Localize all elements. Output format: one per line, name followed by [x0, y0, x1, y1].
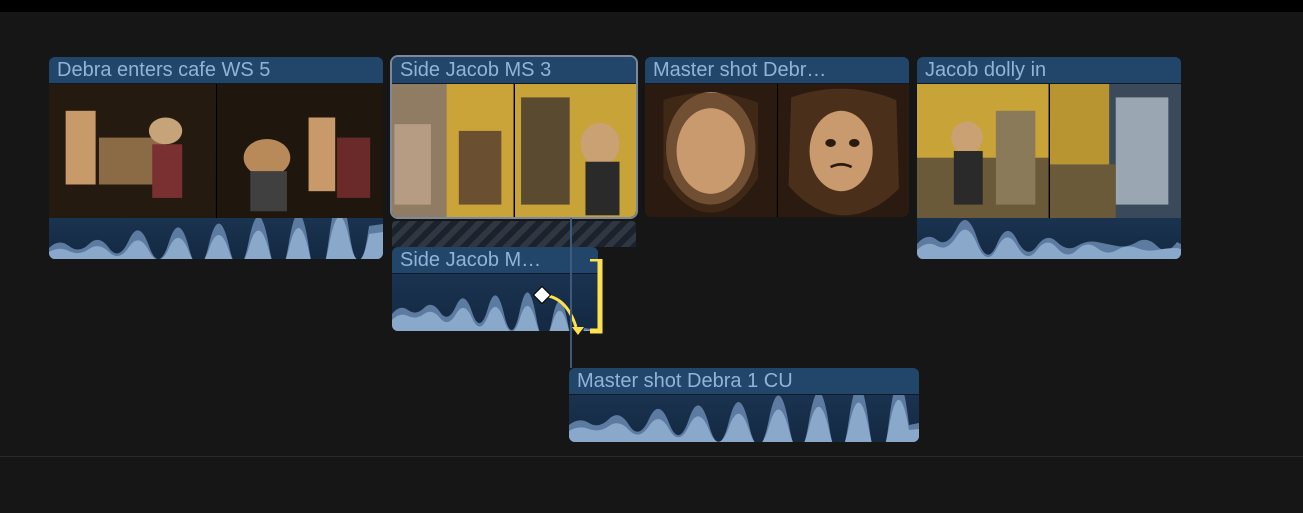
- clip-title: Jacob dolly in: [917, 57, 1181, 84]
- connected-clip-line: [570, 218, 572, 368]
- clip-thumbnail: [917, 84, 1049, 218]
- timeline-clip[interactable]: Master shot Debr…: [645, 57, 909, 217]
- clip-audio-waveform: [49, 218, 383, 259]
- clip-thumbnail: [49, 84, 216, 218]
- clip-audio-waveform: [917, 218, 1181, 259]
- timeline-clip[interactable]: Jacob dolly in: [917, 57, 1181, 259]
- clip-thumbnail: [1049, 84, 1182, 218]
- clip-title: Master shot Debra 1 CU: [569, 368, 919, 395]
- clip-audio-waveform: [569, 395, 919, 442]
- timeline-divider: [0, 456, 1303, 457]
- timeline-canvas: Debra enters cafe WS 5 Side Jacob MS 3 S…: [0, 0, 1303, 513]
- detached-audio-clip[interactable]: Side Jacob M…: [392, 247, 598, 331]
- clip-thumbnails: [645, 84, 909, 217]
- clip-thumbnail: [392, 84, 514, 217]
- connected-audio-clip[interactable]: Master shot Debra 1 CU: [569, 368, 919, 442]
- clip-thumbnails: [917, 84, 1181, 218]
- clip-thumbnails: [49, 84, 383, 218]
- timeline-clip[interactable]: Debra enters cafe WS 5: [49, 57, 383, 259]
- clip-thumbnail: [216, 84, 384, 218]
- clip-title: Debra enters cafe WS 5: [49, 57, 383, 84]
- clip-title: Side Jacob M…: [392, 247, 598, 274]
- clip-thumbnail: [645, 84, 777, 217]
- clip-thumbnail: [777, 84, 910, 217]
- window-topbar: [0, 0, 1303, 12]
- clip-thumbnails: [392, 84, 636, 217]
- clip-thumbnail: [514, 84, 637, 217]
- detached-audio-gap: [392, 221, 636, 247]
- timeline-clip-selected[interactable]: Side Jacob MS 3: [392, 57, 636, 217]
- clip-title: Master shot Debr…: [645, 57, 909, 84]
- clip-title: Side Jacob MS 3: [392, 57, 636, 84]
- clip-audio-waveform: [392, 274, 598, 331]
